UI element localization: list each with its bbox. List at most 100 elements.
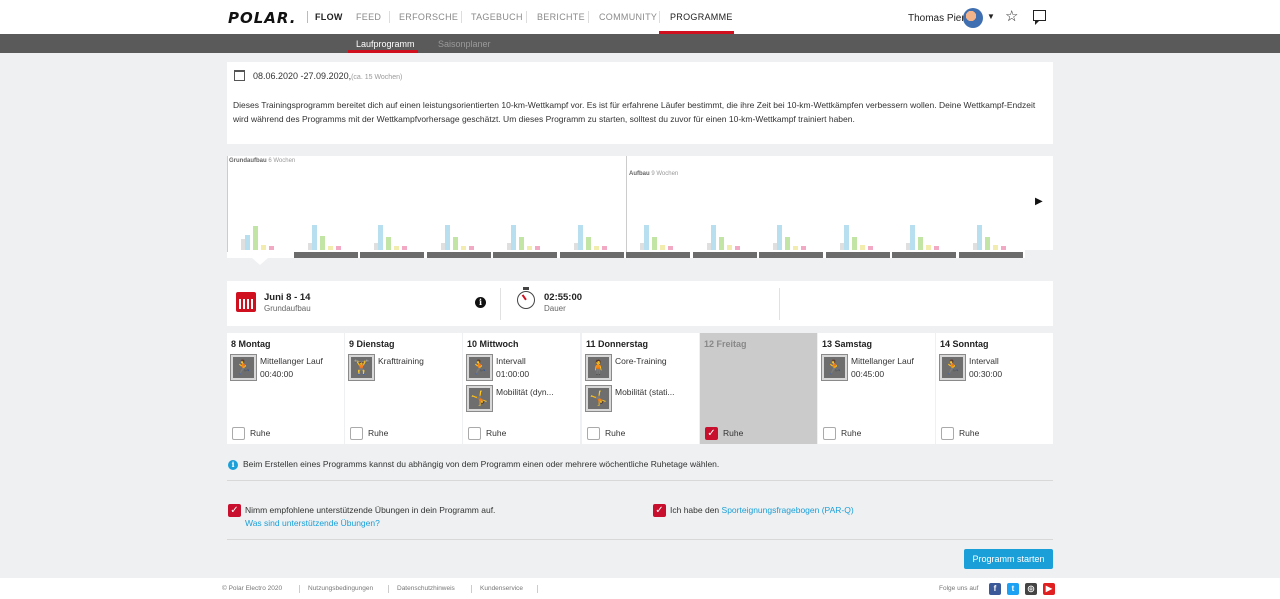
day-column: 10 Mittwoch 🏃 Intervall 01:00:00 🤸 Mobilität … bbox=[463, 333, 580, 444]
day-header: 10 Mittwoch bbox=[467, 339, 519, 349]
nav-berichte[interactable]: BERICHTE bbox=[537, 12, 585, 22]
tab-saisonplaner[interactable]: Saisonplaner bbox=[438, 39, 491, 49]
nav-divider bbox=[588, 11, 589, 23]
start-program-button[interactable]: Programm starten bbox=[964, 549, 1053, 569]
next-weeks-button[interactable]: ▶ bbox=[1025, 156, 1053, 250]
exercise-item[interactable]: 🏋 Krafttraining bbox=[348, 354, 459, 381]
exercise-name: Mobilität (dyn... bbox=[496, 387, 554, 397]
strength-icon: 🏋 bbox=[348, 354, 375, 381]
user-name[interactable]: Thomas Pier bbox=[908, 13, 965, 24]
chart-week[interactable] bbox=[692, 156, 757, 258]
chart-bar bbox=[851, 237, 857, 250]
flow-label[interactable]: FLOW bbox=[315, 12, 343, 22]
rest-day-checkbox[interactable] bbox=[587, 427, 600, 440]
day-column: 11 Donnerstag 🧍 Core-Training 🤸 Mobilität (s… bbox=[582, 333, 699, 444]
parq-link[interactable]: Sporteignungsfragebogen (PAR-Q) bbox=[722, 505, 854, 515]
exercise-name: Intervall bbox=[496, 356, 526, 366]
chart-week[interactable] bbox=[958, 156, 1023, 258]
footer: © Polar Electro 2020 Nutzungsbedingungen… bbox=[0, 578, 1280, 599]
exercise-name: Mittellanger Lauf bbox=[260, 356, 323, 366]
chart-bar bbox=[394, 246, 399, 250]
supportive-exercises-link[interactable]: Was sind unterstützende Übungen? bbox=[245, 518, 380, 528]
message-icon[interactable] bbox=[1033, 10, 1046, 25]
nav-erforsche[interactable]: ERFORSCHE bbox=[399, 12, 458, 22]
day-header: 11 Donnerstag bbox=[586, 339, 649, 349]
nav-divider bbox=[389, 11, 390, 23]
footer-link-terms[interactable]: Nutzungsbedingungen bbox=[308, 585, 373, 592]
rest-day-checkbox[interactable] bbox=[232, 427, 245, 440]
nav-programme[interactable]: PROGRAMME bbox=[670, 12, 733, 22]
chevron-down-icon[interactable]: ▼ bbox=[987, 12, 995, 21]
chart-week[interactable] bbox=[360, 156, 424, 258]
exercise-item[interactable]: 🤸 Mobilität (stati... bbox=[585, 385, 696, 412]
parq-label: Ich habe den Sporteignungsfragebogen (PA… bbox=[670, 505, 854, 515]
rest-day-checkbox[interactable]: ✓ bbox=[705, 427, 718, 440]
week-duration-label: Dauer bbox=[544, 304, 566, 313]
exercise-item[interactable]: 🧍 Core-Training bbox=[585, 354, 696, 381]
parq-checkbox[interactable]: ✓ bbox=[653, 504, 666, 517]
rest-day-checkbox[interactable] bbox=[941, 427, 954, 440]
rest-day-checkbox[interactable] bbox=[350, 427, 363, 440]
footer-link-privacy[interactable]: Datenschutzhinweis bbox=[397, 585, 455, 592]
chart-week-strip bbox=[426, 252, 491, 258]
avatar[interactable] bbox=[963, 8, 983, 28]
chart-bar bbox=[668, 246, 673, 250]
nav-tagebuch[interactable]: TAGEBUCH bbox=[471, 12, 523, 22]
chart-week[interactable] bbox=[559, 156, 624, 258]
selected-week-pointer bbox=[252, 258, 268, 265]
chart-bar bbox=[319, 236, 325, 250]
chart-bar bbox=[261, 245, 266, 250]
chart-week[interactable] bbox=[825, 156, 890, 258]
rest-day-checkbox[interactable] bbox=[823, 427, 836, 440]
chart-bar bbox=[585, 237, 591, 250]
program-description: Dieses Trainingsprogramm bereitet dich a… bbox=[233, 100, 1036, 124]
youtube-icon[interactable]: ▶ bbox=[1043, 583, 1055, 595]
nav-community[interactable]: COMMUNITY bbox=[599, 12, 657, 22]
nav-feed[interactable]: FEED bbox=[356, 12, 381, 22]
program-date-range: 08.06.2020 -27.09.2020, bbox=[253, 71, 352, 81]
chart-week[interactable] bbox=[227, 156, 291, 258]
chart-bar bbox=[519, 237, 524, 250]
chart-week[interactable] bbox=[293, 156, 358, 258]
chart-week-strip bbox=[360, 252, 424, 258]
footer-link-support[interactable]: Kundenservice bbox=[480, 585, 523, 592]
rest-day-label: Ruhe bbox=[605, 428, 626, 438]
chart-week[interactable] bbox=[493, 156, 557, 258]
polar-logo[interactable]: POLAR. bbox=[228, 9, 296, 27]
instagram-icon[interactable]: ◎ bbox=[1025, 583, 1037, 595]
chart-bar bbox=[793, 246, 798, 250]
footer-copyright: © Polar Electro 2020 bbox=[222, 585, 283, 592]
chart-bar bbox=[593, 246, 599, 250]
twitter-icon[interactable]: t bbox=[1007, 583, 1019, 595]
day-column: 8 Montag 🏃 Mittellanger Lauf 00:40:00 Ruhe bbox=[227, 333, 344, 444]
day-column: 14 Sonntag 🏃 Intervall 00:30:00 Ruhe bbox=[936, 333, 1053, 444]
facebook-icon[interactable]: f bbox=[989, 583, 1001, 595]
chart-bar bbox=[992, 245, 998, 250]
chart-week[interactable] bbox=[626, 156, 690, 258]
chart-week[interactable] bbox=[892, 156, 956, 258]
info-icon: i bbox=[228, 460, 238, 470]
exercise-item[interactable]: 🏃 Mittellanger Lauf 00:45:00 bbox=[821, 354, 932, 381]
exercise-item[interactable]: 🏃 Intervall 01:00:00 bbox=[466, 354, 577, 381]
info-icon[interactable]: i bbox=[475, 297, 486, 308]
chart-week-strip bbox=[493, 252, 557, 258]
chart-week[interactable] bbox=[426, 156, 491, 258]
rest-day-label: Ruhe bbox=[959, 428, 980, 438]
star-icon[interactable]: ☆ bbox=[1005, 7, 1018, 25]
supportive-exercises-checkbox[interactable]: ✓ bbox=[228, 504, 241, 517]
chart-week[interactable] bbox=[759, 156, 823, 258]
running-icon: 🏃 bbox=[466, 354, 493, 381]
exercise-item[interactable]: 🏃 Mittellanger Lauf 00:40:00 bbox=[230, 354, 341, 381]
day-header: 13 Samstag bbox=[822, 339, 873, 349]
chart-bar bbox=[934, 246, 939, 250]
chart-bar bbox=[378, 225, 383, 250]
footer-divider bbox=[299, 585, 300, 593]
tab-laufprogramm[interactable]: Laufprogramm bbox=[356, 39, 415, 49]
running-icon: 🏃 bbox=[939, 354, 966, 381]
footer-divider bbox=[471, 585, 472, 593]
exercise-item[interactable]: 🏃 Intervall 00:30:00 bbox=[939, 354, 1050, 381]
exercise-name: Intervall bbox=[969, 356, 999, 366]
chart-bar bbox=[918, 237, 923, 250]
exercise-item[interactable]: 🤸 Mobilität (dyn... bbox=[466, 385, 577, 412]
rest-day-checkbox[interactable] bbox=[468, 427, 481, 440]
